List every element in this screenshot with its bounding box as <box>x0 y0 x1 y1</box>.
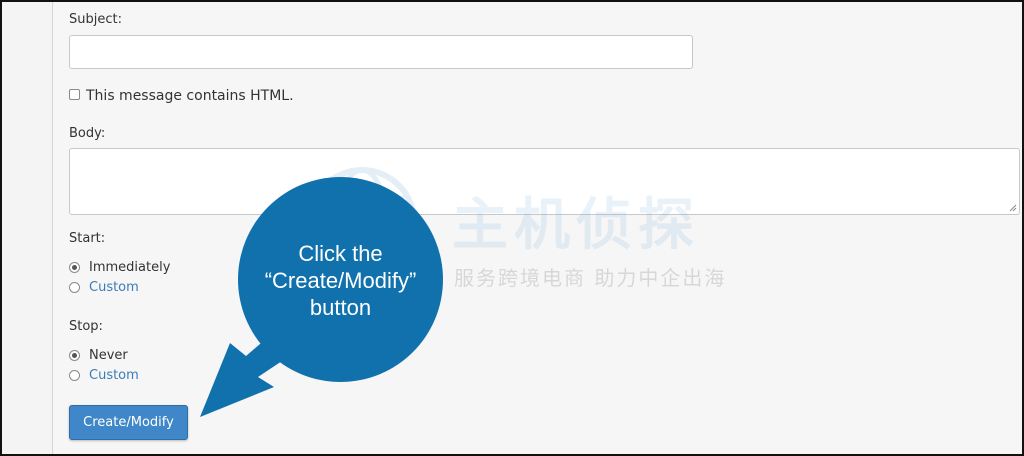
callout-line-1: Click the <box>298 241 383 266</box>
start-option-immediately[interactable]: Immediately <box>69 258 170 276</box>
radio-checked-icon[interactable] <box>69 349 80 361</box>
stop-option-custom-label[interactable]: Custom <box>89 368 139 383</box>
callout-line-3: button <box>309 295 372 320</box>
watermark-title: 主机侦探 <box>452 193 700 258</box>
callout-text: Click the “Create/Modify” button <box>238 240 443 321</box>
left-gutter <box>2 2 53 454</box>
stop-option-custom[interactable]: Custom <box>69 366 139 384</box>
stop-option-never-label: Never <box>89 347 128 363</box>
radio-checked-icon[interactable] <box>69 261 80 273</box>
start-label: Start: <box>69 231 106 246</box>
start-option-custom-label[interactable]: Custom <box>89 280 139 295</box>
radio-unchecked-icon[interactable] <box>69 281 80 293</box>
html-checkbox-label: This message contains HTML. <box>86 88 294 104</box>
html-checkbox[interactable] <box>69 89 80 100</box>
subject-label: Subject: <box>69 12 122 27</box>
screenshot-frame: Subject: This message contains HTML. Bod… <box>0 0 1024 456</box>
create-modify-button[interactable]: Create/Modify <box>69 405 188 440</box>
watermark-subtitle: 服务跨境电商 助力中企出海 <box>454 266 727 290</box>
start-option-custom[interactable]: Custom <box>69 278 139 296</box>
stop-option-never[interactable]: Never <box>69 346 128 364</box>
stop-label: Stop: <box>69 319 103 334</box>
body-label: Body: <box>69 126 106 141</box>
start-option-immediately-label: Immediately <box>89 259 171 275</box>
subject-input[interactable] <box>69 35 693 69</box>
radio-unchecked-icon[interactable] <box>69 369 80 381</box>
resize-grip-icon[interactable] <box>1009 204 1017 212</box>
callout-line-2: “Create/Modify” <box>264 268 417 293</box>
